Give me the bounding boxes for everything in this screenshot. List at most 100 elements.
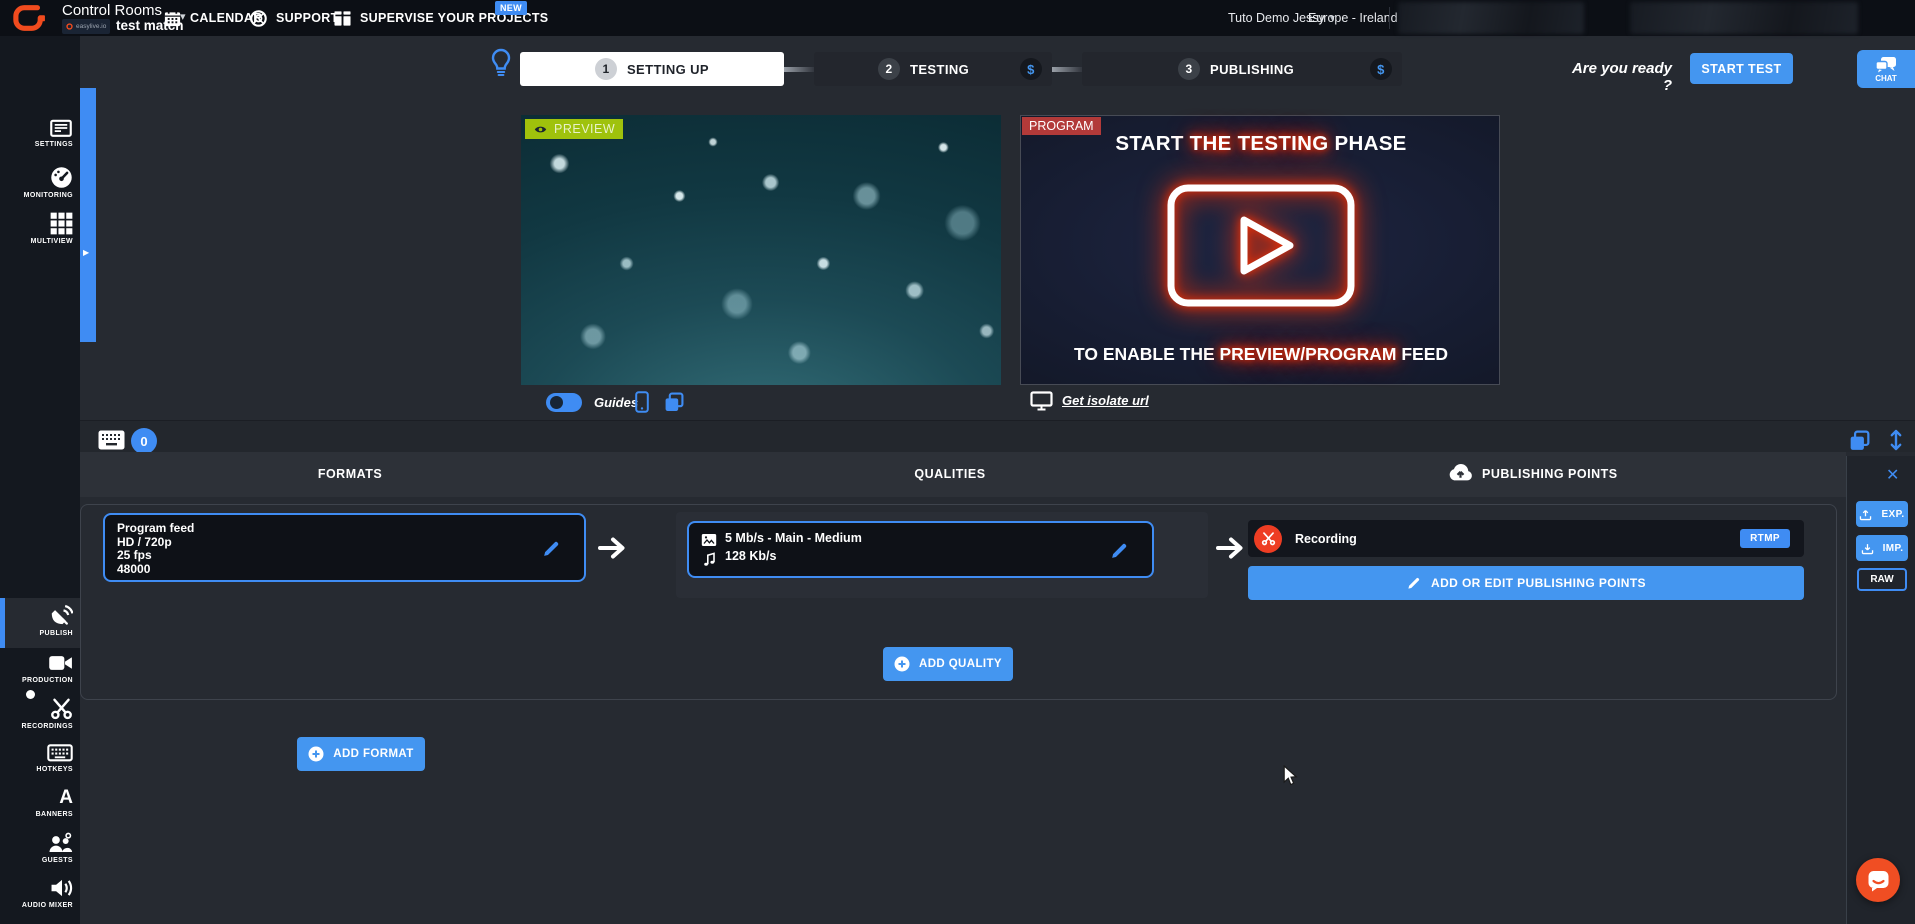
topbar-divider	[1389, 7, 1390, 29]
sidebar-item-production[interactable]: PRODUCTION	[0, 652, 80, 684]
sidebar-item-guests[interactable]: GUESTS	[0, 832, 80, 864]
sidebar-item-banners[interactable]: A BANNERS	[0, 787, 80, 818]
brand-name: easylive.io	[76, 23, 106, 30]
region-menu-label: Europe - Ireland	[1308, 11, 1398, 25]
sidebar-item-monitoring[interactable]: MONITORING	[0, 166, 80, 199]
redacted-block	[1630, 2, 1858, 34]
preview-monitor[interactable]: PREVIEW	[521, 115, 1001, 385]
plus-circle-icon	[894, 656, 910, 672]
mobile-preview-icon[interactable]	[635, 391, 649, 413]
preview-badge-label: PREVIEW	[554, 122, 615, 136]
control-rooms-app: Control Rooms easylive.io test match ▾ C…	[0, 0, 1915, 924]
upload-icon	[1859, 508, 1872, 521]
step-label: SETTING UP	[627, 62, 709, 77]
sidebar-item-audio-mixer[interactable]: AUDIO MIXER	[0, 877, 80, 909]
ready-text: Are you ready ?	[1560, 60, 1672, 94]
nav-calendar[interactable]: CALENDAR	[163, 0, 263, 36]
quality-audio-label: 128 Kb/s	[725, 549, 776, 563]
edit-quality-pencil-icon[interactable]	[1109, 540, 1130, 561]
arrow-right-icon	[1216, 536, 1244, 560]
chat-tab-label: CHAT	[1875, 74, 1897, 83]
sidebar-item-recordings[interactable]: RECORDINGS	[0, 697, 80, 730]
chat-tab[interactable]: CHAT	[1857, 50, 1915, 88]
guests-icon	[48, 832, 73, 854]
step-number: 2	[878, 58, 900, 80]
quality-card[interactable]: 5 Mb/s - Main - Medium 128 Kb/s	[687, 521, 1154, 578]
banners-icon: A	[59, 787, 73, 808]
publishing-point-row[interactable]: Recording RTMP	[1248, 520, 1804, 557]
sidebar-expand-scrollbar[interactable]: ▶	[80, 88, 96, 342]
lightbulb-icon	[489, 48, 513, 78]
formats-header: FORMATS	[150, 467, 550, 481]
new-badge: NEW	[495, 1, 527, 15]
step-number: 1	[595, 58, 617, 80]
nav-support-label: SUPPORT	[276, 11, 339, 25]
copy-preview-icon[interactable]	[664, 392, 684, 412]
export-button[interactable]: EXP.	[1856, 501, 1908, 527]
format-card[interactable]: Program feed HD / 720p 25 fps 48000	[103, 513, 586, 582]
video-quality-icon	[701, 533, 717, 547]
scissors-icon	[50, 697, 73, 720]
step-label: TESTING	[910, 62, 969, 77]
expand-handle-icon: ▶	[83, 248, 89, 257]
get-isolate-url-link[interactable]: Get isolate url	[1062, 393, 1149, 408]
audio-bitrate-icon	[702, 551, 716, 567]
step-connector	[1052, 67, 1082, 72]
preview-badge: PREVIEW	[525, 119, 623, 139]
easylive-logo-icon[interactable]	[10, 3, 48, 33]
recording-type-icon	[1254, 525, 1282, 553]
hotkey-count-badge: 0	[131, 428, 157, 454]
chat-widget-icon	[1867, 869, 1890, 892]
close-panel-icon[interactable]: ✕	[1886, 465, 1899, 485]
raw-button[interactable]: RAW	[1857, 568, 1907, 591]
redacted-block	[1398, 2, 1584, 34]
edit-format-pencil-icon[interactable]	[541, 538, 562, 559]
step-connector	[784, 67, 814, 72]
download-icon	[1861, 542, 1874, 555]
publishing-point-name: Recording	[1295, 532, 1357, 546]
step-number: 3	[1178, 58, 1200, 80]
settings-icon	[49, 118, 73, 138]
program-monitor[interactable]: PROGRAM START THE TESTING PHASE TO ENABL…	[1020, 115, 1500, 385]
add-quality-button[interactable]: ADD QUALITY	[883, 647, 1013, 681]
region-menu[interactable]: Europe - Ireland ▾	[1308, 0, 1408, 36]
paid-feature-icon: $	[1370, 58, 1392, 80]
add-format-button[interactable]: ADD FORMAT	[297, 737, 425, 771]
guides-toggle[interactable]	[546, 393, 582, 412]
hotkeys-toolbar-icon[interactable]	[98, 430, 125, 450]
duplicate-panel-icon[interactable]	[1849, 430, 1870, 451]
add-or-edit-publishing-points-button[interactable]: ADD OR EDIT PUBLISHING POINTS	[1248, 566, 1804, 600]
eye-icon	[533, 124, 548, 135]
step-publishing[interactable]: 3 PUBLISHING $	[1082, 52, 1402, 86]
neon-play-icon	[1161, 178, 1361, 313]
nav-support[interactable]: SUPPORT	[249, 0, 339, 36]
format-framerate: 25 fps	[117, 549, 572, 563]
chat-widget-button[interactable]	[1856, 858, 1900, 902]
start-test-button[interactable]: START TEST	[1690, 53, 1793, 84]
sidebar-item-settings[interactable]: SETTINGS	[0, 118, 80, 148]
protocol-badge: RTMP	[1740, 529, 1790, 548]
mouse-cursor	[1283, 765, 1298, 786]
plus-circle-icon	[308, 746, 324, 762]
sidebar-item-publish[interactable]: PUBLISH	[0, 603, 80, 637]
format-audio-rate: 48000	[117, 563, 572, 577]
sidebar-item-hotkeys[interactable]: HOTKEYS	[0, 742, 80, 773]
publish-icon	[49, 603, 73, 627]
brand-badge: easylive.io	[62, 19, 110, 34]
left-sidebar: SETTINGS MONITORING MULTIVIEW PUBLISH PR…	[0, 36, 80, 924]
resize-panel-icon[interactable]	[1888, 428, 1904, 452]
quality-video-label: 5 Mb/s - Main - Medium	[725, 531, 862, 545]
cloud-upload-icon	[1447, 461, 1474, 482]
monitor-icon	[1030, 391, 1053, 411]
easylive-mini-icon	[66, 23, 73, 30]
sidebar-item-multiview[interactable]: MULTIVIEW	[0, 212, 80, 245]
import-button[interactable]: IMP.	[1856, 535, 1908, 561]
production-icon	[48, 652, 73, 674]
format-resolution: HD / 720p	[117, 536, 572, 550]
chat-bubbles-icon	[1875, 56, 1897, 73]
step-setting-up[interactable]: 1 SETTING UP	[520, 52, 784, 86]
publishing-points-header: PUBLISHING POINTS	[1482, 467, 1618, 481]
multiview-icon	[50, 212, 73, 235]
projects-icon	[333, 10, 352, 27]
step-testing[interactable]: 2 TESTING $	[814, 52, 1052, 86]
